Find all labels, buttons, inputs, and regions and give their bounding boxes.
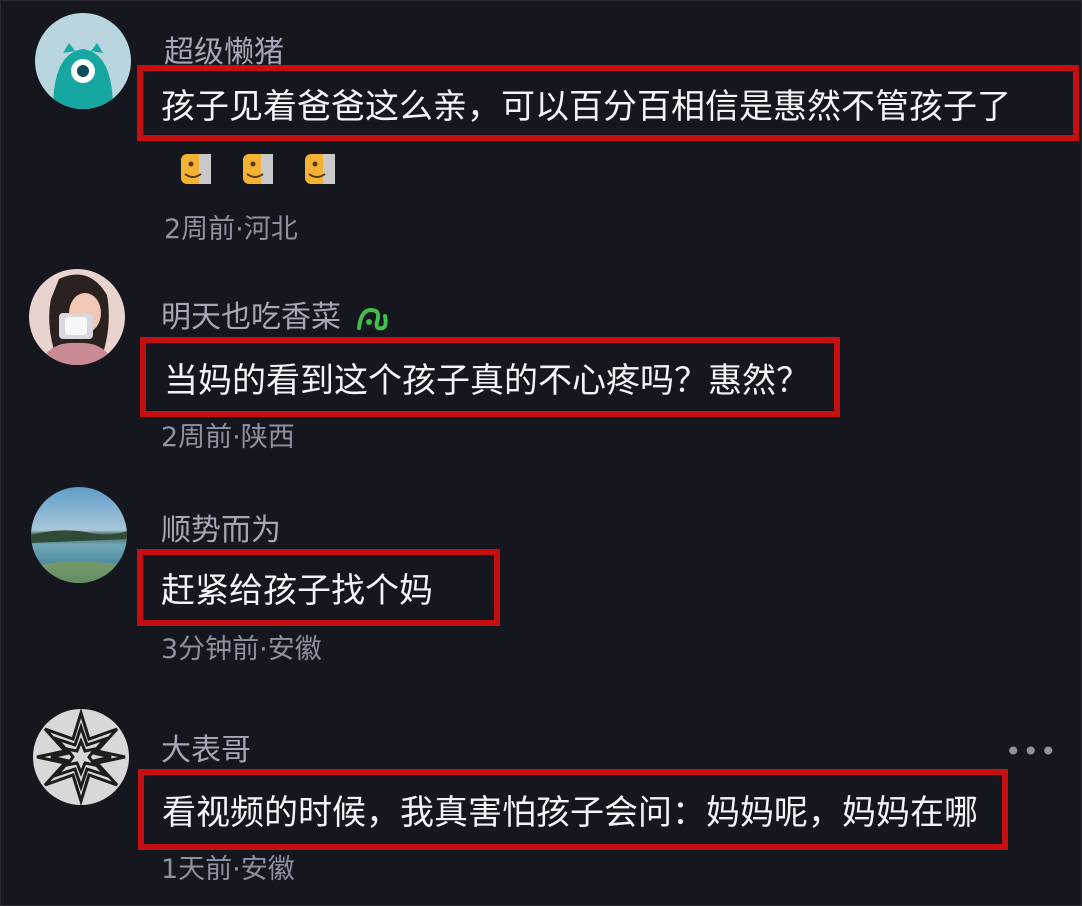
comment-meta: 1天前·安徽 [161,854,295,885]
username[interactable]: 顺势而为 [161,505,281,549]
more-icon[interactable]: ••• [1005,735,1058,768]
username-text: 明天也吃香菜 [161,300,341,335]
comment-text-highlight: 当妈的看到这个孩子真的不心疼吗？惠然？ [140,337,840,417]
green-badge-icon [356,307,388,330]
comment-meta: 2周前·陕西 [161,422,295,453]
avatar[interactable] [33,709,129,805]
username[interactable]: 大表哥 [161,725,251,769]
comments-panel: 超级懒猪 孩子见着爸爸这么亲，可以百分百相信是惠然不管孩子了 2周前·河北 明天… [0,0,1082,906]
wink-emoji-icon [305,154,335,184]
emoji-row [179,148,337,188]
avatar[interactable] [29,269,125,365]
avatar[interactable] [31,487,127,583]
comment-text: 看视频的时候，我真害怕孩子会问：妈妈呢，妈妈在哪 [162,793,978,833]
comment-text-highlight: 看视频的时候，我真害怕孩子会问：妈妈呢，妈妈在哪 [138,769,1008,850]
comment-meta: 3分钟前·安徽 [161,634,322,665]
comment-meta: 2周前·河北 [164,214,298,245]
comment-text: 孩子见着爸爸这么亲，可以百分百相信是惠然不管孩子了 [161,86,1011,127]
comment-text-highlight: 赶紧给孩子找个妈 [137,549,500,626]
comment-text: 赶紧给孩子找个妈 [161,571,433,611]
comment-text-highlight: 孩子见着爸爸这么亲，可以百分百相信是惠然不管孩子了 [137,65,1079,141]
comment-text: 当妈的看到这个孩子真的不心疼吗？惠然？ [164,360,810,401]
wink-emoji-icon [243,154,273,184]
avatar[interactable] [35,13,131,109]
username[interactable]: 明天也吃香菜 [161,292,389,336]
wink-emoji-icon [181,154,211,184]
